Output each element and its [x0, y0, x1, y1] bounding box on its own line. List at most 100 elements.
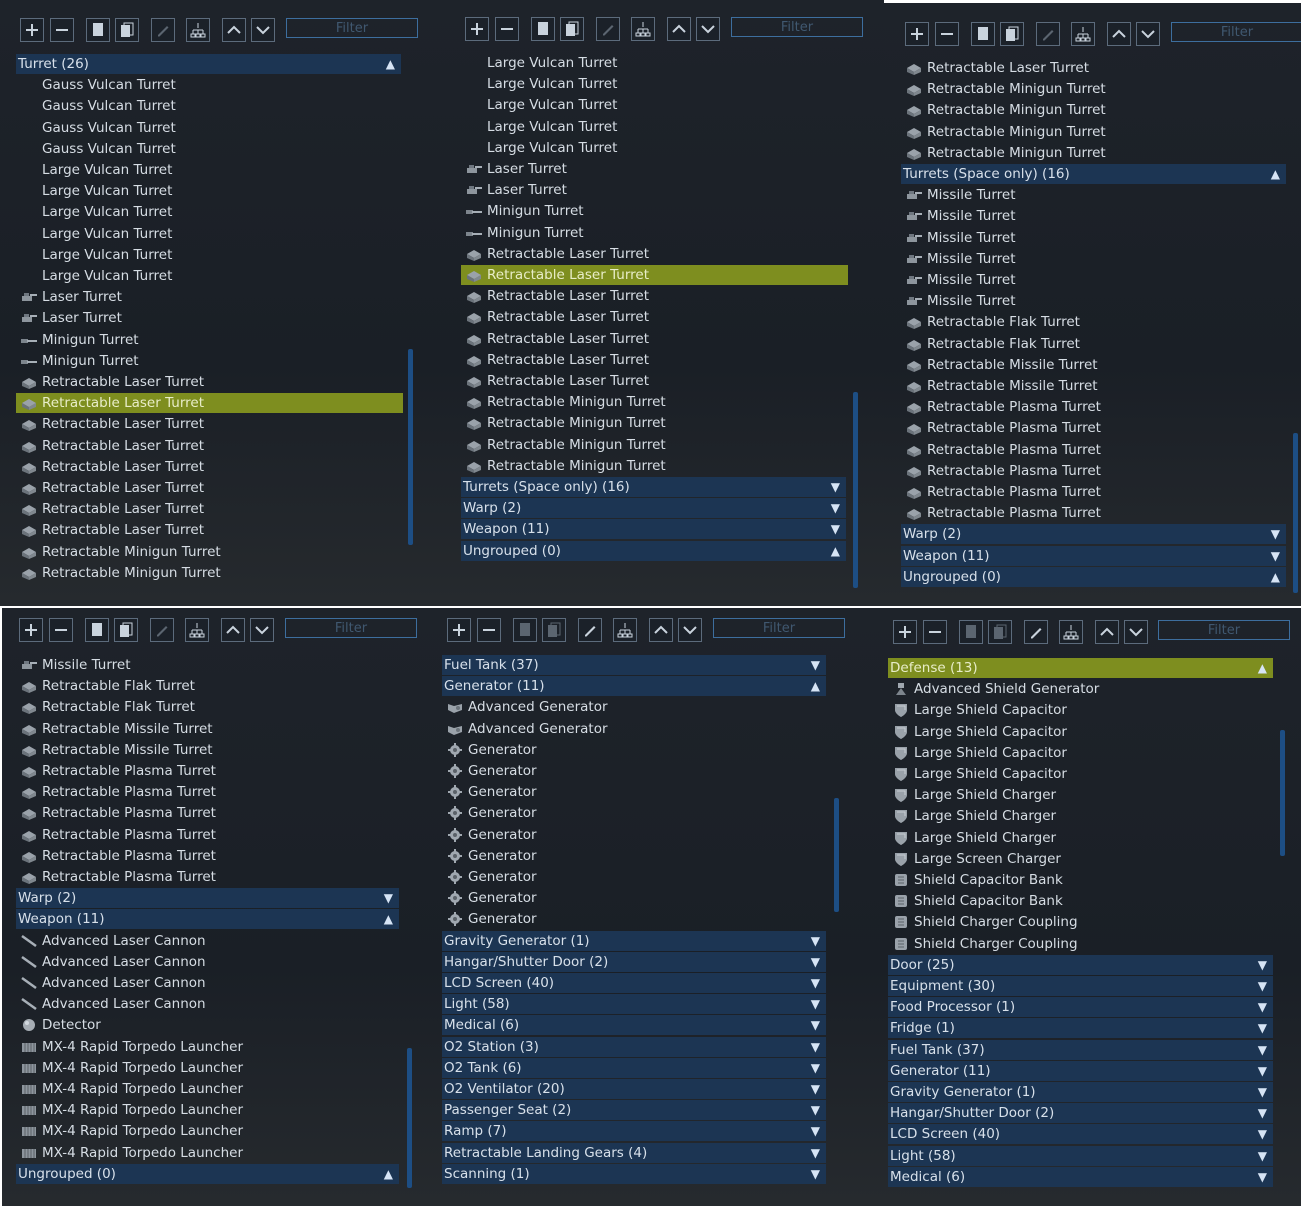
copy-button[interactable]: [85, 618, 109, 642]
group-header[interactable]: O2 Tank (6) ▼: [442, 1057, 826, 1078]
group-header[interactable]: Ungrouped (0) ▲: [16, 1163, 399, 1184]
list-item[interactable]: Retractable Laser Turret: [16, 520, 403, 540]
group-button[interactable]: [1071, 22, 1095, 46]
group-header[interactable]: Warp (2) ▼: [901, 524, 1286, 545]
filter-input[interactable]: Filter: [731, 17, 863, 37]
expand-arrow-icon[interactable]: ▼: [1258, 1064, 1267, 1078]
list-item[interactable]: Missile Turret: [901, 206, 1288, 226]
list-item[interactable]: Generator: [442, 782, 828, 802]
group-header[interactable]: Ungrouped (0) ▲: [461, 540, 846, 561]
group-button[interactable]: [631, 17, 655, 41]
group-header[interactable]: Generator (11) ▲: [442, 676, 826, 697]
move-down-button[interactable]: [250, 618, 274, 642]
expand-arrow-icon[interactable]: ▼: [811, 1124, 820, 1138]
list-item[interactable]: Gauss Vulcan Turret: [16, 96, 403, 116]
collapse-arrow-icon[interactable]: ▲: [1258, 661, 1267, 675]
expand-arrow-icon[interactable]: ▼: [811, 934, 820, 948]
list-item[interactable]: Retractable Minigun Turret: [901, 100, 1288, 120]
list-item[interactable]: Retractable Plasma Turret: [16, 782, 401, 802]
expand-arrow-icon[interactable]: ▼: [384, 891, 393, 905]
filter-input[interactable]: Filter: [285, 618, 417, 638]
list-item[interactable]: Large Shield Capacitor: [888, 700, 1275, 720]
group-header[interactable]: Ramp (7) ▼: [442, 1121, 826, 1142]
list-item[interactable]: Retractable Laser Turret: [16, 457, 403, 477]
add-button[interactable]: [447, 618, 471, 642]
list-item[interactable]: Retractable Plasma Turret: [901, 503, 1288, 523]
group-header[interactable]: Turrets (Space only) (16) ▼: [461, 477, 846, 497]
list-item[interactable]: Large Shield Capacitor: [888, 743, 1275, 763]
expand-arrow-icon[interactable]: ▼: [1258, 1000, 1267, 1014]
rename-button[interactable]: [150, 618, 174, 642]
list-item[interactable]: Missile Turret: [901, 270, 1288, 290]
group-button[interactable]: [186, 18, 210, 42]
list-item[interactable]: MX-4 Rapid Torpedo Launcher: [16, 1143, 401, 1163]
list-item[interactable]: Large Vulcan Turret: [461, 95, 848, 115]
group-header[interactable]: Retractable Landing Gears (4) ▼: [442, 1142, 826, 1163]
list-item[interactable]: Retractable Missile Turret: [16, 719, 401, 739]
list-item[interactable]: Large Screen Charger: [888, 849, 1275, 869]
list-item[interactable]: Laser Turret: [461, 180, 848, 200]
remove-button[interactable]: [935, 22, 959, 46]
list-item[interactable]: Retractable Plasma Turret: [16, 867, 401, 887]
group-header[interactable]: Turrets (Space only) (16) ▲: [901, 164, 1286, 184]
list-item[interactable]: Retractable Minigun Turret: [16, 563, 403, 583]
collapse-arrow-icon[interactable]: ▲: [386, 57, 395, 71]
list-item[interactable]: Retractable Minigun Turret: [901, 122, 1288, 142]
scrollbar[interactable]: [1280, 730, 1285, 856]
list-item[interactable]: Retractable Missile Turret: [901, 355, 1288, 375]
list-item[interactable]: Retractable Minigun Turret: [461, 435, 848, 455]
rename-button[interactable]: [1024, 620, 1048, 644]
list-item[interactable]: Large Shield Capacitor: [888, 722, 1275, 742]
list-item[interactable]: Large Vulcan Turret: [16, 181, 403, 201]
group-button[interactable]: [613, 618, 637, 642]
list-item[interactable]: Large Vulcan Turret: [461, 117, 848, 137]
expand-arrow-icon[interactable]: ▼: [811, 1061, 820, 1075]
list-item[interactable]: Retractable Flak Turret: [901, 334, 1288, 354]
expand-arrow-icon[interactable]: ▼: [1271, 549, 1280, 563]
list-item[interactable]: Generator: [442, 740, 828, 760]
list-item[interactable]: Retractable Plasma Turret: [901, 482, 1288, 502]
expand-arrow-icon[interactable]: ▼: [1258, 1043, 1267, 1057]
collapse-arrow-icon[interactable]: ▲: [831, 544, 840, 558]
list-item[interactable]: Shield Capacitor Bank: [888, 891, 1275, 911]
expand-arrow-icon[interactable]: ▼: [811, 976, 820, 990]
group-header[interactable]: Warp (2) ▼: [461, 498, 846, 519]
expand-arrow-icon[interactable]: ▼: [831, 501, 840, 515]
group-header[interactable]: Door (25) ▼: [888, 954, 1273, 975]
copy-button[interactable]: [86, 18, 110, 42]
list-item[interactable]: Retractable Plasma Turret: [901, 440, 1288, 460]
list-item[interactable]: MX-4 Rapid Torpedo Launcher: [16, 1121, 401, 1141]
list-item[interactable]: Retractable Laser Turret: [16, 436, 403, 456]
rename-button[interactable]: [596, 17, 620, 41]
add-button[interactable]: [19, 618, 43, 642]
expand-arrow-icon[interactable]: ▼: [811, 1167, 820, 1181]
group-header[interactable]: LCD Screen (40) ▼: [888, 1124, 1273, 1145]
remove-button[interactable]: [495, 17, 519, 41]
scrollbar[interactable]: [834, 798, 839, 912]
copy-button[interactable]: [959, 620, 983, 644]
move-up-button[interactable]: [222, 18, 246, 42]
copy-button[interactable]: [971, 22, 995, 46]
group-header[interactable]: Hangar/Shutter Door (2) ▼: [442, 951, 826, 972]
list-item[interactable]: Retractable Laser Turret: [461, 329, 848, 349]
list-item[interactable]: Missile Turret: [901, 249, 1288, 269]
list-item[interactable]: Retractable Laser Turret: [16, 499, 403, 519]
list-item[interactable]: Large Shield Capacitor: [888, 764, 1275, 784]
collapse-arrow-icon[interactable]: ▲: [1271, 167, 1280, 181]
group-header[interactable]: Passenger Seat (2) ▼: [442, 1100, 826, 1121]
remove-button[interactable]: [923, 620, 947, 644]
group-header[interactable]: Weapon (11) ▼: [901, 545, 1286, 566]
list-item[interactable]: Advanced Generator: [442, 697, 828, 717]
list-item[interactable]: Retractable Flak Turret: [16, 697, 401, 717]
add-button[interactable]: [893, 620, 917, 644]
group-header[interactable]: O2 Ventilator (20) ▼: [442, 1079, 826, 1099]
group-header[interactable]: Defense (13) ▲: [888, 658, 1273, 678]
list-item[interactable]: Large Vulcan Turret: [16, 160, 403, 180]
list-item[interactable]: Large Shield Charger: [888, 828, 1275, 848]
list-item[interactable]: Large Vulcan Turret: [16, 245, 403, 265]
list-item[interactable]: Retractable Plasma Turret: [16, 761, 401, 781]
paste-button[interactable]: [560, 17, 584, 41]
group-header[interactable]: Weapon (11) ▼: [461, 519, 846, 540]
group-header[interactable]: Equipment (30) ▼: [888, 976, 1273, 996]
list-item[interactable]: Retractable Minigun Turret: [461, 392, 848, 412]
